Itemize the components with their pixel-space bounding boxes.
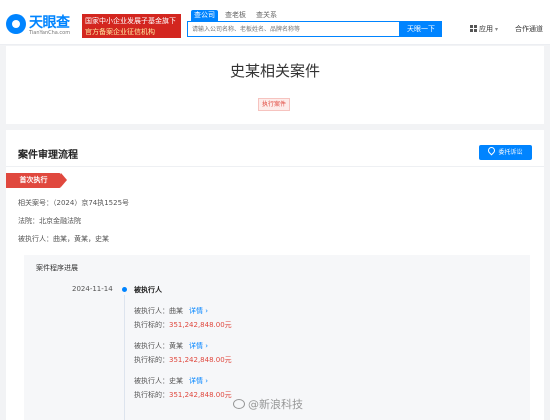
event-date: 2024-11-14 <box>72 285 113 293</box>
lawsuit-button-label: 委托诉讼 <box>498 149 523 156</box>
lawsuit-button[interactable]: 委托诉讼 <box>479 145 532 160</box>
banner-line-1: 国家中小企业发展子基金旗下 <box>85 17 176 25</box>
executed-persons: 被执行人：曲某，黄某，史某 <box>18 235 109 243</box>
entry-person: 被执行人：黄某 详情 › <box>134 341 208 351</box>
weibo-icon <box>233 399 245 409</box>
amount-label: 执行标的： <box>134 321 169 329</box>
timeline-line <box>124 295 125 420</box>
entry-person-name: 被执行人：史某 <box>134 377 183 385</box>
search-box <box>187 21 400 37</box>
section-title: 案件审理流程 <box>18 150 78 161</box>
detail-link[interactable]: 详情 › <box>189 377 208 385</box>
site-logo[interactable]: 天眼查 TianYanCha.com <box>6 12 82 38</box>
coop-channel-link[interactable]: 合作通道 <box>515 24 543 34</box>
entry-amount: 执行标的：351,242,848.00元 <box>134 390 232 400</box>
amount-label: 执行标的： <box>134 356 169 364</box>
detail-link[interactable]: 详情 › <box>189 342 208 350</box>
page-title: 史某相关案件 <box>229 62 320 80</box>
search-button[interactable]: 天眼一下 <box>400 21 442 37</box>
progress-title: 案件程序进展 <box>36 264 78 272</box>
detail-link[interactable]: 详情 › <box>189 307 208 315</box>
section-divider <box>6 166 544 167</box>
watermark-text: @新浪科技 <box>248 398 303 411</box>
logo-name: 天眼查 <box>29 15 70 31</box>
tab-search-relation[interactable]: 查关系 <box>253 10 280 21</box>
app-menu-label: 应用 <box>479 25 493 33</box>
timeline-dot-icon <box>122 287 127 292</box>
case-number: 相关案号：（2024）京74执1525号 <box>18 199 130 207</box>
top-navigation-bar: 天眼查 TianYanCha.com 国家中小企业发展子基金旗下 官方备案企业征… <box>0 0 550 45</box>
case-type-tag: 执行案件 <box>258 98 291 111</box>
entry-amount: 执行标的：351,242,848.00元 <box>134 320 232 330</box>
entry-person: 被执行人：曲某 详情 › <box>134 306 208 316</box>
amount-value: 351,242,848.00元 <box>169 391 232 399</box>
entry-amount: 执行标的：351,242,848.00元 <box>134 355 232 365</box>
search-input[interactable] <box>188 22 399 36</box>
logo-url: TianYanCha.com <box>29 30 71 36</box>
entry-person-name: 被执行人：曲某 <box>134 307 183 315</box>
tab-search-boss[interactable]: 查老板 <box>222 10 249 21</box>
court-name: 法院：北京金融法院 <box>18 217 81 225</box>
chevron-right-icon: › <box>205 307 209 315</box>
tab-search-company[interactable]: 查公司 <box>191 10 218 21</box>
promo-banner[interactable]: 国家中小企业发展子基金旗下 官方备案企业征信机构 <box>82 14 181 38</box>
source-watermark: @新浪科技 <box>233 396 303 412</box>
title-card: 史某相关案件 执行案件 <box>6 46 544 124</box>
chevron-down-icon: ▾ <box>495 26 499 33</box>
amount-label: 执行标的： <box>134 391 169 399</box>
tianyancha-logo-icon <box>6 14 26 34</box>
banner-line-2: 官方备案企业征信机构 <box>85 28 155 36</box>
entry-person-name: 被执行人：黄某 <box>134 342 183 350</box>
app-menu[interactable]: 应用 ▾ <box>470 24 498 34</box>
grid-apps-icon <box>470 25 477 32</box>
amount-value: 351,242,848.00元 <box>169 321 232 329</box>
location-pin-icon <box>487 145 497 156</box>
case-process-card: 案件审理流程 委托诉讼 首次执行 相关案号：（2024）京74执1525号 法院… <box>6 130 544 420</box>
chevron-right-icon: › <box>205 342 209 350</box>
event-title: 被执行人 <box>134 286 162 294</box>
chevron-right-icon: › <box>205 377 209 385</box>
entry-person: 被执行人：史某 详情 › <box>134 376 208 386</box>
stage-badge: 首次执行 <box>6 173 67 188</box>
amount-value: 351,242,848.00元 <box>169 356 232 364</box>
